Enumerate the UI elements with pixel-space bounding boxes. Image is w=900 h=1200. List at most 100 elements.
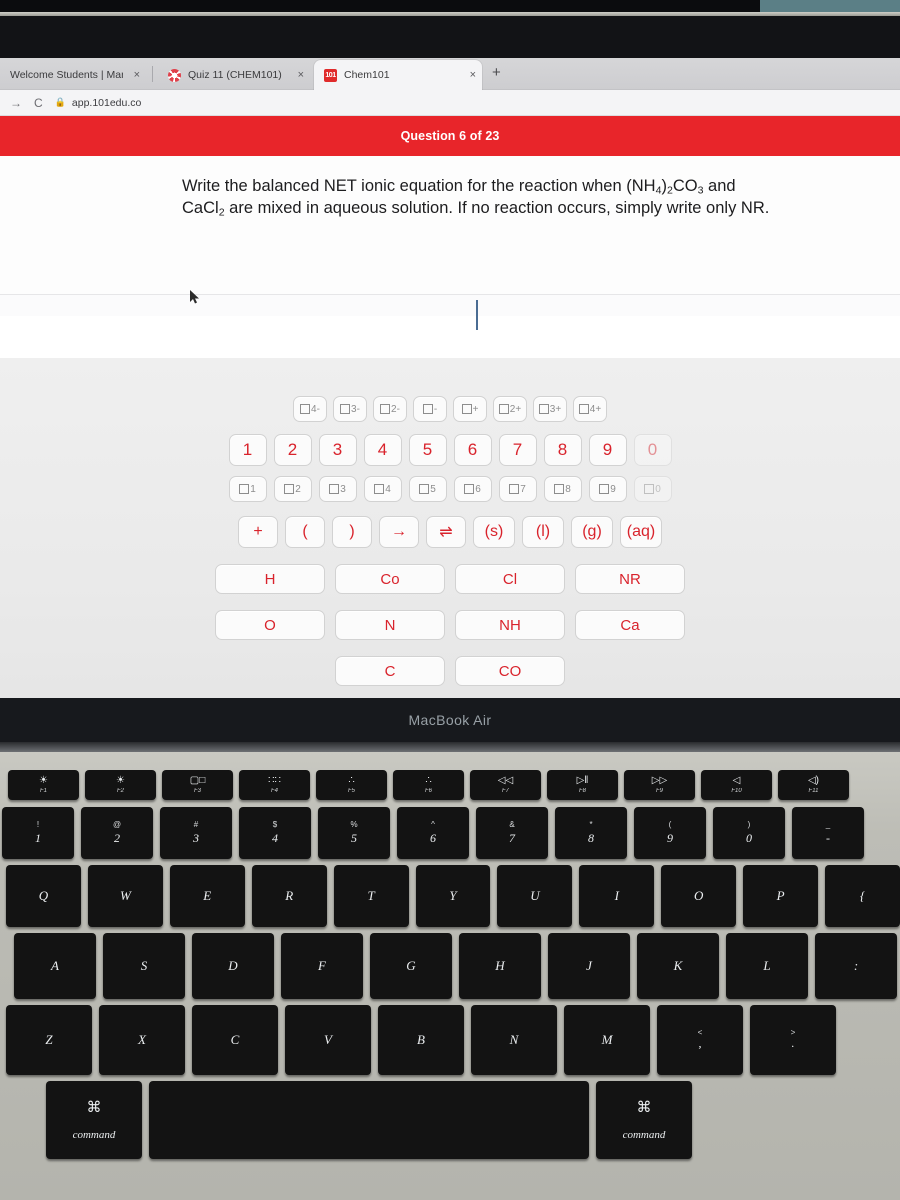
key-r[interactable]: R [251,865,327,927]
reload-icon[interactable]: C [34,97,43,109]
element-button-c[interactable]: C [335,656,445,686]
operator-button-equilibrium[interactable]: ⇌ [426,516,466,548]
subscript-button-6[interactable]: 6 [453,476,492,502]
close-icon[interactable]: × [134,69,140,81]
number-button-0[interactable]: 0 [633,434,672,466]
number-button-1[interactable]: 1 [228,434,267,466]
number-button-4[interactable]: 4 [363,434,402,466]
key-4[interactable]: $4 [239,807,311,859]
key-f[interactable]: F [281,933,363,999]
key-comma[interactable]: <, [657,1005,743,1075]
subscript-button-9[interactable]: 9 [588,476,627,502]
key-space[interactable] [149,1081,589,1159]
key-y[interactable]: Y [415,865,491,927]
key-f6-keyboard-backlight-up[interactable]: ∴ F6 [393,770,464,800]
charge-button-4-minus[interactable]: 4- [293,396,327,422]
number-button-2[interactable]: 2 [273,434,312,466]
operator-button-plus[interactable]: + [238,516,278,548]
browser-tab-quiz-11[interactable]: Quiz 11 (CHEM101) × [158,60,310,90]
subscript-button-8[interactable]: 8 [543,476,582,502]
operator-button-open-paren[interactable]: ( [285,516,325,548]
element-button-ca[interactable]: Ca [575,610,685,640]
key-c[interactable]: C [192,1005,278,1075]
key-1[interactable]: ! 1 [2,807,74,859]
key-w[interactable]: W [87,865,163,927]
key-left-bracket[interactable]: { [825,865,900,927]
key-9[interactable]: (9 [634,807,706,859]
key-z[interactable]: Z [6,1005,92,1075]
key-s[interactable]: S [103,933,185,999]
key-g[interactable]: G [370,933,452,999]
element-button-nr[interactable]: NR [575,564,685,594]
key-f10-mute[interactable]: ◁ F10 [701,770,772,800]
number-button-9[interactable]: 9 [588,434,627,466]
key-command-left[interactable]: ⌘ command [46,1081,142,1159]
charge-button-2-minus[interactable]: 2- [373,396,407,422]
key-8[interactable]: * 8 [555,807,627,859]
state-button-solid[interactable]: (s) [473,516,515,548]
charge-button-2-plus[interactable]: 2+ [493,396,527,422]
element-button-nh[interactable]: NH [455,610,565,640]
key-f8-play-pause[interactable]: ▷‖ F8 [547,770,618,800]
key-f7-previous-track[interactable]: ◁◁ F7 [470,770,541,800]
key-semicolon[interactable]: : [815,933,897,999]
key-t[interactable]: T [333,865,409,927]
key-0[interactable]: ) 0 [713,807,785,859]
state-button-liquid[interactable]: (l) [522,516,564,548]
charge-button-minus[interactable]: - [413,396,447,422]
number-button-3[interactable]: 3 [318,434,357,466]
key-f1-brightness-down[interactable]: ☀ F1 [8,770,79,800]
key-f2-brightness-up[interactable]: ☀ F2 [85,770,156,800]
key-3[interactable]: #3 [160,807,232,859]
browser-tab-chem101[interactable]: 101 Chem101 × [314,60,482,90]
subscript-button-0[interactable]: 0 [633,476,672,502]
charge-button-3-plus[interactable]: 3+ [533,396,567,422]
subscript-button-1[interactable]: 1 [228,476,267,502]
subscript-button-3[interactable]: 3 [318,476,357,502]
number-button-8[interactable]: 8 [543,434,582,466]
charge-button-plus[interactable]: + [453,396,487,422]
key-7[interactable]: & 7 [476,807,548,859]
number-button-7[interactable]: 7 [498,434,537,466]
key-u[interactable]: U [497,865,573,927]
key-e[interactable]: E [169,865,245,927]
element-button-cl[interactable]: Cl [455,564,565,594]
address-bar[interactable]: 🔒 app.101edu.co [55,97,142,109]
key-n[interactable]: N [471,1005,557,1075]
subscript-button-5[interactable]: 5 [408,476,447,502]
key-5[interactable]: % 5 [318,807,390,859]
key-f11-volume-down[interactable]: ◁) F11 [778,770,849,800]
key-d[interactable]: D [192,933,274,999]
key-b[interactable]: B [378,1005,464,1075]
key-p[interactable]: P [743,865,819,927]
new-tab-button[interactable]: + [492,65,501,80]
key-a[interactable]: A [14,933,96,999]
browser-tab-welcome-students[interactable]: Welcome Students | Maricopa × [0,60,148,90]
key-period[interactable]: >. [750,1005,836,1075]
key-q[interactable]: Q [6,865,81,927]
key-command-right[interactable]: ⌘ command [596,1081,692,1159]
key-minus[interactable]: _ - [792,807,864,859]
key-h[interactable]: H [459,933,541,999]
forward-icon[interactable]: → [10,97,22,109]
answer-input-field[interactable] [0,294,900,316]
state-button-aqueous[interactable]: (aq) [620,516,662,548]
key-j[interactable]: J [548,933,630,999]
number-button-5[interactable]: 5 [408,434,447,466]
element-button-co-cobalt[interactable]: Co [335,564,445,594]
key-f5-keyboard-backlight-down[interactable]: ∴ F5 [316,770,387,800]
key-i[interactable]: I [579,865,655,927]
element-button-n[interactable]: N [335,610,445,640]
subscript-button-7[interactable]: 7 [498,476,537,502]
key-l[interactable]: L [726,933,808,999]
key-x[interactable]: X [99,1005,185,1075]
charge-button-3-minus[interactable]: 3- [333,396,367,422]
key-6[interactable]: ^ 6 [397,807,469,859]
key-f4-launchpad[interactable]: ∷∷ F4 [239,770,310,800]
element-button-co-carbonyl[interactable]: CO [455,656,565,686]
charge-button-4-plus[interactable]: 4+ [573,396,607,422]
key-v[interactable]: V [285,1005,371,1075]
operator-button-arrow[interactable]: → [379,516,419,548]
key-m[interactable]: M [564,1005,650,1075]
number-button-6[interactable]: 6 [453,434,492,466]
